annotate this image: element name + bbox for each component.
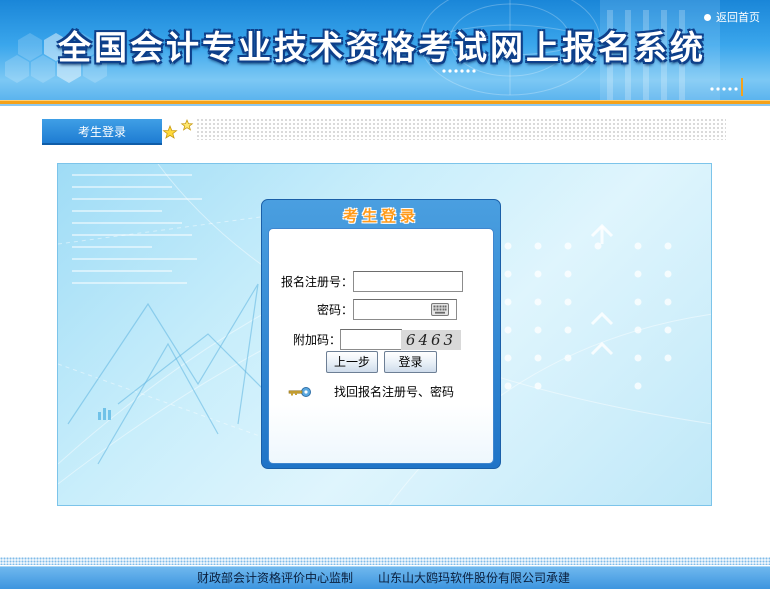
recover-credentials-link[interactable]: 找回报名注册号、密码 xyxy=(334,383,454,401)
home-link-label: 返回首页 xyxy=(716,11,760,24)
captcha-image[interactable]: 6463 xyxy=(401,330,461,350)
login-box: 考生登录 报名注册号： 密码： 附加码： 6463 上一步 登录 找回报名注册号… xyxy=(261,199,501,469)
footer-supervisor: 财政部会计资格评价中心监制 xyxy=(197,571,354,585)
header-banner: 全国会计专业技术资格考试网上报名系统 返回首页 xyxy=(0,0,770,100)
star-icon xyxy=(162,118,194,139)
login-button[interactable]: 登录 xyxy=(384,351,437,373)
home-link[interactable]: 返回首页 xyxy=(704,9,760,25)
login-form: 报名注册号： 密码： 附加码： 6463 上一步 登录 找回报名注册号、密码 xyxy=(268,228,494,464)
footer: 财政部会计资格评价中心监制 山东山大鸥玛软件股份有限公司承建 xyxy=(0,566,770,589)
system-title: 全国会计专业技术资格考试网上报名系统 xyxy=(58,28,706,67)
previous-step-button[interactable]: 上一步 xyxy=(326,351,378,373)
captcha-input[interactable] xyxy=(340,329,402,350)
password-label: 密码： xyxy=(317,303,354,317)
tab-dotted-strip xyxy=(196,118,726,140)
tab-student-login[interactable]: 考生登录 xyxy=(42,119,162,145)
key-icon xyxy=(288,387,311,397)
header-blue-rule xyxy=(0,104,770,106)
login-box-title: 考生登录 xyxy=(342,207,419,225)
captcha-label: 附加码： xyxy=(293,333,342,347)
reg-no-label: 报名注册号： xyxy=(281,275,354,289)
footer-dotted-rule xyxy=(0,557,770,565)
reg-no-input[interactable] xyxy=(353,271,463,292)
footer-builder: 山东山大鸥玛软件股份有限公司承建 xyxy=(378,571,571,585)
bullet-icon xyxy=(704,13,711,21)
soft-keyboard-icon[interactable] xyxy=(431,303,449,316)
